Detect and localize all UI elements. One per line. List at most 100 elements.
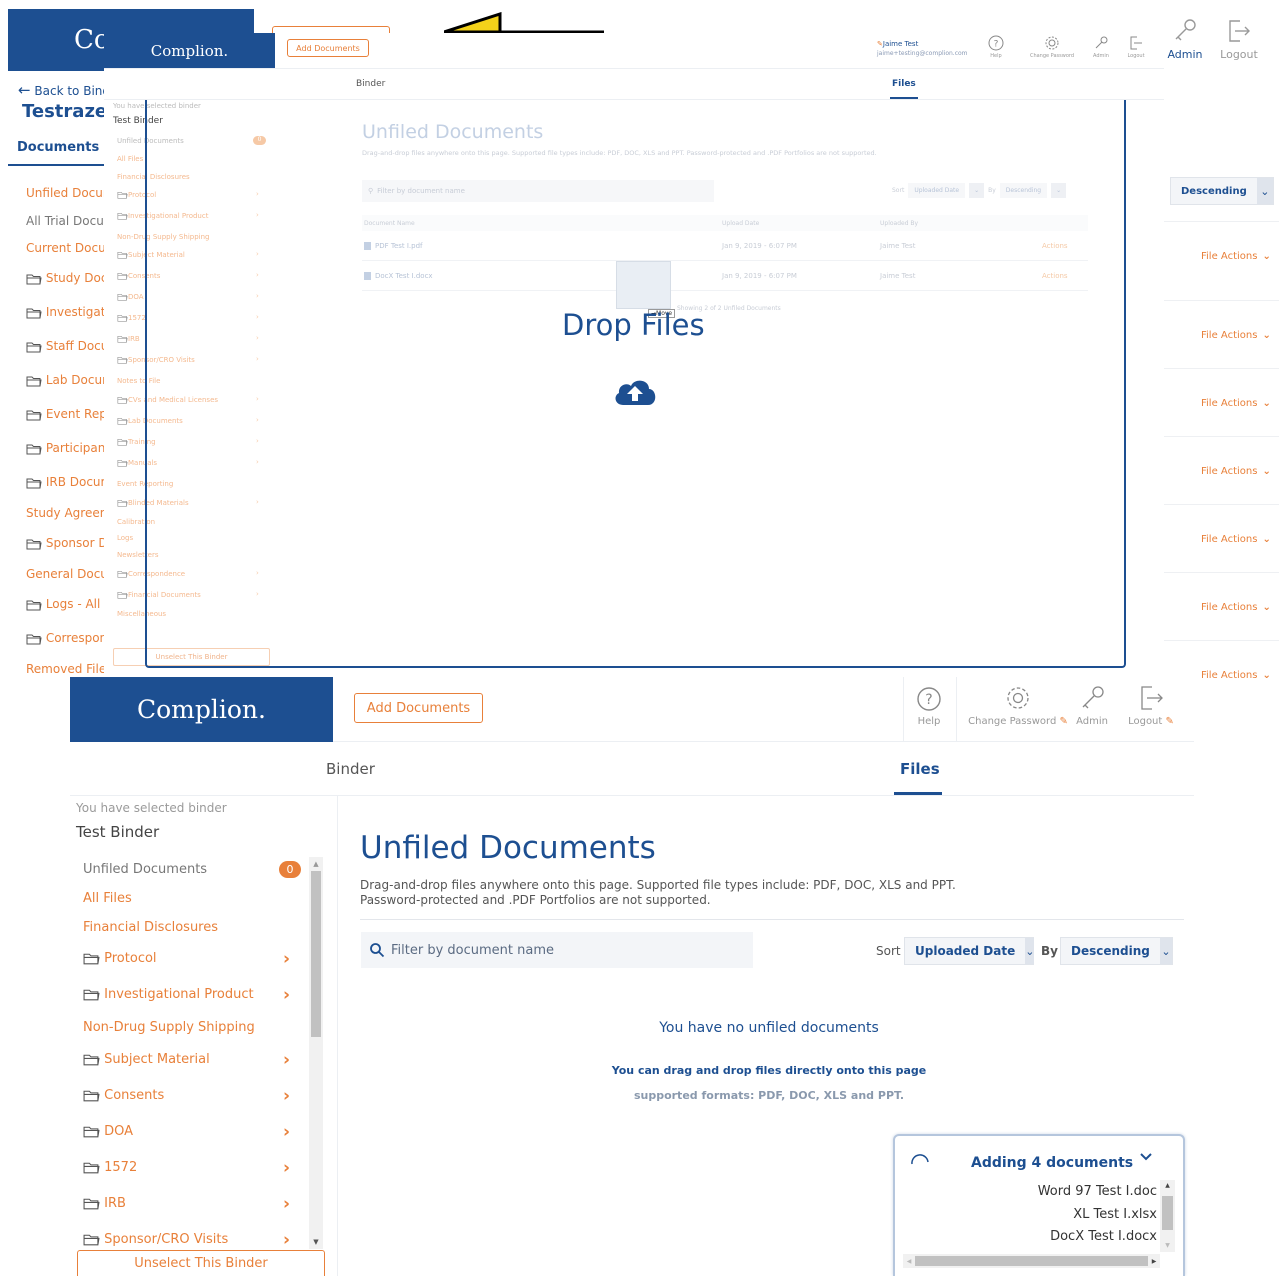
back-nav-item[interactable]: Investigati: [26, 305, 106, 319]
sidebar-item[interactable]: DOA ›: [83, 1122, 301, 1142]
file-actions-button[interactable]: File Actions ⌄: [1201, 534, 1271, 545]
faded-logout-button[interactable]: Logout: [1120, 35, 1152, 59]
folder-icon: [117, 592, 128, 599]
change-password-button[interactable]: Change Password ✎: [968, 684, 1068, 727]
folder-icon: [117, 460, 128, 467]
file-actions-button[interactable]: File Actions ⌄: [1201, 670, 1271, 681]
back-nav-item[interactable]: Staff Docu: [26, 339, 106, 353]
scroll-right-arrow[interactable]: ▶: [1148, 1258, 1160, 1265]
sidebar-item[interactable]: Subject Material ›: [83, 1050, 301, 1070]
faded-tab-binder[interactable]: Binder: [356, 79, 385, 89]
chevron-right-icon[interactable]: ›: [283, 985, 290, 1005]
back-nav-item[interactable]: Study Agreem: [26, 506, 106, 520]
folder-icon: [26, 444, 42, 454]
file-actions-button[interactable]: File Actions ⌄: [1201, 466, 1271, 477]
folder-icon: [117, 357, 128, 364]
faded-tab-files[interactable]: Files: [892, 79, 916, 89]
faded-admin-button[interactable]: Admin: [1089, 35, 1113, 59]
sidebar-item-label: Protocol: [104, 951, 157, 966]
logout-button[interactable]: Logout ✎: [1126, 684, 1176, 727]
file-actions-button[interactable]: File Actions ⌄: [1201, 602, 1271, 613]
upload-hscrollbar[interactable]: ◀ ▶: [903, 1254, 1160, 1268]
upload-title: Adding 4 documents: [971, 1155, 1134, 1171]
faded-change-password-button[interactable]: Change Password: [1022, 35, 1082, 59]
back-nav-item[interactable]: Event Repo: [26, 407, 106, 421]
back-nav-item[interactable]: Study Docu: [26, 271, 106, 285]
chevron-right-icon[interactable]: ›: [283, 1050, 290, 1070]
chevron-right-icon[interactable]: ›: [283, 1194, 290, 1214]
upload-vscrollbar[interactable]: ▲ ▼: [1160, 1180, 1175, 1252]
folder-icon: [83, 1234, 100, 1246]
back-nav-item[interactable]: General Docur: [26, 567, 106, 581]
scroll-thumb[interactable]: [311, 871, 321, 1037]
add-documents-button[interactable]: Add Documents: [354, 693, 483, 723]
back-nav-item[interactable]: IRB Docum: [26, 475, 106, 489]
sidebar-item[interactable]: IRB ›: [83, 1194, 301, 1214]
back-order-select[interactable]: Descending ⌄: [1170, 177, 1274, 205]
chevron-right-icon[interactable]: ›: [283, 1230, 290, 1249]
sidebar-item-label: Subject Material: [104, 1052, 210, 1067]
back-nav-item[interactable]: Sponsor Dc: [26, 536, 106, 550]
help-button[interactable]: ? Help: [913, 686, 945, 727]
sidebar-item[interactable]: Consents ›: [83, 1086, 301, 1106]
tab-binder[interactable]: Binder: [326, 760, 375, 778]
back-nav-item[interactable]: Correspon: [26, 631, 106, 645]
chevron-right-icon[interactable]: ›: [283, 1122, 290, 1142]
back-nav-item[interactable]: Removed Files: [26, 662, 106, 676]
scroll-thumb[interactable]: [1162, 1196, 1173, 1230]
scroll-down-arrow[interactable]: ▼: [1160, 1240, 1175, 1252]
unselect-binder-button[interactable]: Unselect This Binder: [77, 1250, 325, 1276]
sidebar-item[interactable]: Protocol ›: [83, 949, 301, 969]
scroll-up-arrow[interactable]: ▲: [1160, 1180, 1175, 1192]
sidebar-item[interactable]: Investigational Product ›: [83, 985, 301, 1005]
back-to-binders-link[interactable]: ← Back to Bind: [18, 81, 110, 99]
scroll-left-arrow[interactable]: ◀: [903, 1258, 915, 1265]
back-nav-item[interactable]: All Trial Docun: [26, 214, 106, 228]
sidebar-item[interactable]: Non-Drug Supply Shipping: [83, 1020, 301, 1035]
back-nav-item[interactable]: Logs - All: [26, 597, 106, 611]
sidebar-item[interactable]: 1572 ›: [83, 1158, 301, 1178]
file-actions-label: File Actions: [1201, 251, 1258, 262]
scroll-up-arrow[interactable]: ▲: [309, 857, 323, 871]
back-nav-item[interactable]: Current Docun: [26, 241, 106, 255]
scroll-down-arrow[interactable]: ▼: [309, 1235, 323, 1249]
sidebar-scrollbar[interactable]: ▲ ▼: [309, 857, 323, 1249]
order-select[interactable]: Descending ⌄: [1060, 937, 1173, 965]
chevron-right-icon[interactable]: ›: [283, 1158, 290, 1178]
gear-icon: [1045, 36, 1059, 50]
admin-button[interactable]: Admin: [1076, 684, 1108, 727]
chevron-down-icon: ⌄: [1262, 534, 1271, 545]
help-icon: ?: [917, 687, 941, 711]
faded-add-documents-button[interactable]: Add Documents: [287, 39, 369, 57]
header-bottom-divider: [333, 741, 1194, 742]
upload-collapse-button[interactable]: [1139, 1150, 1153, 1168]
sidebar-item[interactable]: All Files: [83, 891, 301, 906]
faded-help-button[interactable]: ? Help: [984, 35, 1008, 59]
file-actions-button[interactable]: File Actions ⌄: [1201, 330, 1271, 341]
back-nav-item[interactable]: Lab Docum: [26, 373, 106, 387]
folder-icon: [117, 439, 128, 446]
main-logo[interactable]: Complion.: [70, 677, 333, 742]
file-actions-button[interactable]: File Actions ⌄: [1201, 251, 1271, 262]
sidebar-item[interactable]: Unfiled Documents 0: [83, 861, 301, 878]
faded-logo[interactable]: Complion.: [104, 33, 275, 69]
back-logout-button[interactable]: Logout: [1214, 18, 1264, 61]
back-nav-item[interactable]: Unfiled Docum: [26, 186, 106, 200]
folder-icon: [83, 953, 100, 965]
filter-input[interactable]: Filter by document name: [361, 932, 753, 968]
file-actions-button[interactable]: File Actions ⌄: [1201, 398, 1271, 409]
chevron-right-icon[interactable]: ›: [283, 1086, 290, 1106]
search-icon: [370, 943, 385, 958]
folder-icon: [117, 213, 128, 220]
sidebar-item[interactable]: Financial Disclosures: [83, 920, 301, 935]
sidebar-item[interactable]: Sponsor/CRO Visits ›: [83, 1230, 301, 1249]
folder-icon: [26, 342, 42, 352]
sort-select[interactable]: Uploaded Date ⌄: [904, 937, 1035, 965]
back-nav-item-label: Study Agreem: [26, 506, 106, 520]
back-admin-button[interactable]: Admin: [1167, 18, 1203, 61]
back-nav-item-label: Lab Docum: [45, 373, 106, 387]
back-nav-item[interactable]: Participant: [26, 441, 106, 455]
tab-files[interactable]: Files: [900, 760, 940, 778]
chevron-right-icon[interactable]: ›: [283, 949, 290, 969]
scroll-thumb[interactable]: [915, 1256, 1148, 1266]
